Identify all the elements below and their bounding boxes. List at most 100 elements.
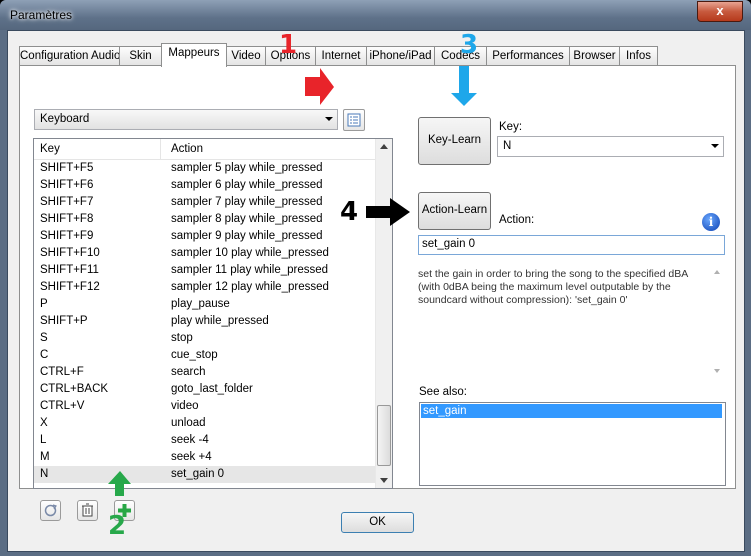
action-learn-button[interactable]: Action-Learn <box>418 192 491 230</box>
row-key: SHIFT+F12 <box>40 281 100 293</box>
tab-iphone-ipad[interactable]: iPhone/iPad <box>366 46 435 66</box>
row-key: X <box>40 417 48 429</box>
table-row[interactable]: SHIFT+F12 sampler 12 play while_pressed <box>34 279 375 296</box>
row-action: sampler 12 play while_pressed <box>171 281 329 293</box>
window-title: Paramètres <box>10 8 73 22</box>
action-field[interactable]: set_gain 0 <box>418 235 725 255</box>
annotation-number-1: 1 <box>279 30 298 60</box>
annotation-number-2: 2 <box>108 511 127 541</box>
table-row[interactable]: Sstop <box>34 330 375 347</box>
chevron-down-icon <box>325 117 333 121</box>
row-key: CTRL+BACK <box>40 383 109 395</box>
column-header-action[interactable]: Action <box>171 143 203 155</box>
row-key: CTRL+F <box>40 366 84 378</box>
chevron-down-icon <box>711 144 719 148</box>
table-row[interactable]: SHIFT+P play while_pressed <box>34 313 375 330</box>
row-key: SHIFT+F8 <box>40 213 94 225</box>
see-also-item[interactable]: set_gain <box>421 404 722 418</box>
tab-performances[interactable]: Performances <box>486 46 570 66</box>
action-label: Action: <box>499 214 535 226</box>
row-key: SHIFT+F9 <box>40 230 94 242</box>
see-also-label: See also: <box>419 386 467 398</box>
table-row[interactable]: SHIFT+F11 sampler 11 play while_pressed <box>34 262 375 279</box>
table-row[interactable]: SHIFT+F9 sampler 9 play while_pressed <box>34 228 375 245</box>
row-action: seek +4 <box>171 451 212 463</box>
row-action: sampler 8 play while_pressed <box>171 213 323 225</box>
table-row[interactable]: Nset_gain 0 <box>34 466 375 483</box>
table-row[interactable]: CTRL+F search <box>34 364 375 381</box>
tab-video[interactable]: Video <box>226 46 266 66</box>
tab-configuration-audio[interactable]: Configuration Audio <box>19 46 120 66</box>
table-row[interactable]: Lseek -4 <box>34 432 375 449</box>
mapper-select[interactable]: Keyboard <box>34 109 338 130</box>
scroll-thumb[interactable] <box>377 405 391 466</box>
row-key: S <box>40 332 48 344</box>
table-row[interactable]: SHIFT+F8 sampler 8 play while_pressed <box>34 211 375 228</box>
delete-button[interactable] <box>77 500 98 521</box>
row-action: unload <box>171 417 206 429</box>
row-action: play while_pressed <box>171 315 269 327</box>
table-row[interactable]: SHIFT+F5 sampler 5 play while_pressed <box>34 160 375 177</box>
table-row[interactable]: Mseek +4 <box>34 449 375 466</box>
table-row[interactable]: CTRL+BACK goto_last_folder <box>34 381 375 398</box>
ok-button[interactable]: OK <box>341 512 414 533</box>
row-action: sampler 6 play while_pressed <box>171 179 323 191</box>
row-key: SHIFT+F10 <box>40 247 100 259</box>
annotation-number-3: 3 <box>460 30 479 60</box>
row-key: CTRL+V <box>40 400 85 412</box>
tab-skin[interactable]: Skin <box>119 46 162 66</box>
info-icon[interactable]: i <box>702 213 720 231</box>
row-action: seek -4 <box>171 434 209 446</box>
row-key: SHIFT+F5 <box>40 162 94 174</box>
row-key: SHIFT+F11 <box>40 264 99 276</box>
dialog-client: Configuration Audio Skin Mappeurs Video … <box>7 30 745 552</box>
tab-infos[interactable]: Infos <box>619 46 658 66</box>
row-action: goto_last_folder <box>171 383 253 395</box>
description-text: set the gain in order to bring the song … <box>418 268 688 306</box>
row-action: play_pause <box>171 298 230 310</box>
row-key: C <box>40 349 49 361</box>
action-description: set the gain in order to bring the song … <box>418 268 721 378</box>
table-row[interactable]: SHIFT+F7 sampler 7 play while_pressed <box>34 194 375 211</box>
table-row[interactable]: SHIFT+F10 sampler 10 play while_pressed <box>34 245 375 262</box>
row-action: search <box>171 366 206 378</box>
table-row[interactable]: CTRL+V video <box>34 398 375 415</box>
key-learn-button[interactable]: Key-Learn <box>418 117 491 165</box>
refresh-button[interactable] <box>40 500 61 521</box>
row-key: M <box>40 451 50 463</box>
scroll-down-icon[interactable] <box>380 478 388 483</box>
table-header: Key Action <box>34 139 375 160</box>
row-action: set_gain 0 <box>171 468 225 480</box>
mapping-table: Key Action SHIFT+F5 sampler 5 play while_… <box>33 138 393 489</box>
mapper-options-button[interactable] <box>343 109 365 131</box>
column-header-key[interactable]: Key <box>40 143 60 155</box>
column-divider[interactable] <box>160 139 161 159</box>
row-action: sampler 10 play while_pressed <box>171 247 329 259</box>
row-action: cue_stop <box>171 349 218 361</box>
see-also-list[interactable]: set_gain <box>419 402 726 486</box>
settings-window: Paramètres x Configuration Audio Skin Ma… <box>0 0 751 556</box>
key-select-value: N <box>503 140 512 152</box>
table-row[interactable]: Pplay_pause <box>34 296 375 313</box>
row-key: N <box>40 468 49 480</box>
row-action: sampler 7 play while_pressed <box>171 196 323 208</box>
close-button[interactable]: x <box>697 1 743 22</box>
refresh-icon <box>44 504 57 517</box>
title-bar[interactable]: Paramètres x <box>0 0 751 30</box>
row-action: stop <box>171 332 193 344</box>
key-select[interactable]: N <box>497 136 724 157</box>
tab-browser[interactable]: Browser <box>569 46 620 66</box>
table-row[interactable]: Xunload <box>34 415 375 432</box>
tab-mappeurs[interactable]: Mappeurs <box>161 43 227 67</box>
table-row[interactable]: SHIFT+F6 sampler 6 play while_pressed <box>34 177 375 194</box>
row-key: SHIFT+F7 <box>40 196 94 208</box>
tab-internet[interactable]: Internet <box>315 46 367 66</box>
row-action: sampler 9 play while_pressed <box>171 230 323 242</box>
action-field-value: set_gain 0 <box>422 238 476 250</box>
table-scrollbar[interactable] <box>375 139 392 488</box>
row-key: SHIFT+P <box>40 315 88 327</box>
scroll-up-icon[interactable] <box>380 144 388 149</box>
description-scrollbar[interactable] <box>710 268 724 378</box>
table-row[interactable]: Ccue_stop <box>34 347 375 364</box>
mappeurs-page: Keyboard Key Action SHIFT+F5 sampler 5 pl… <box>19 65 736 521</box>
